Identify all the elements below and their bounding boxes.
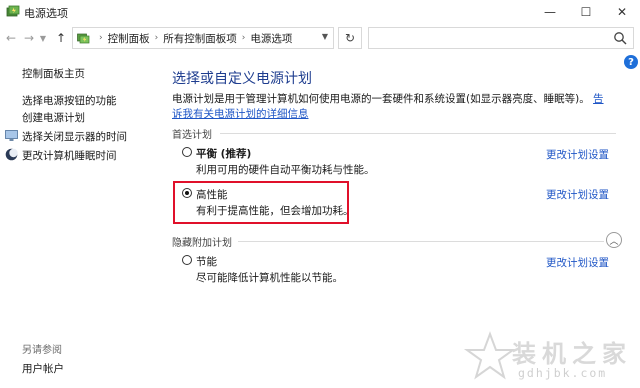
chevron-up-icon: ︿ <box>609 236 619 247</box>
hidden-plans-heading: 隐藏附加计划 <box>172 238 232 249</box>
help-button[interactable]: ? <box>624 55 638 69</box>
search-icon <box>614 32 627 45</box>
chevron-down-icon: ▼ <box>39 33 47 43</box>
sidebar-item-user-accounts[interactable]: 用户帐户 <box>22 361 64 376</box>
maximize-icon: ☐ <box>580 5 592 19</box>
plan-radio[interactable] <box>182 255 192 265</box>
address-bar: ← → ▼ ↑ › 控制面板 › 所有控制面板项 › 电源选项 ▼ ↻ <box>0 24 640 52</box>
forward-button[interactable]: → <box>22 30 36 46</box>
breadcrumb[interactable]: › 控制面板 › 所有控制面板项 › 电源选项 ▼ <box>72 27 334 49</box>
sidebar-item-home[interactable]: 控制面板主页 <box>22 66 85 81</box>
monitor-icon <box>5 130 18 141</box>
change-plan-settings-link[interactable]: 更改计划设置 <box>546 255 609 270</box>
breadcrumb-separator-icon: › <box>241 33 246 43</box>
plan-description: 尽可能降低计算机性能以节能。 <box>196 272 343 284</box>
breadcrumb-separator-icon: › <box>99 33 103 43</box>
plan-name: 节能 <box>196 256 217 268</box>
sidebar-item-display-off[interactable]: 选择关闭显示器的时间 <box>22 129 127 144</box>
breadcrumb-all-items[interactable]: 所有控制面板项 <box>163 31 237 46</box>
plan-description: 有利于提高性能，但会增加功耗。 <box>196 205 354 217</box>
breadcrumb-separator-icon: › <box>154 33 159 43</box>
close-button[interactable]: ✕ <box>604 0 640 24</box>
change-plan-settings-link[interactable]: 更改计划设置 <box>546 147 609 162</box>
window-title: 电源选项 <box>24 7 68 20</box>
section-divider <box>220 133 616 134</box>
plan-name: 平衡 (推荐) <box>196 148 252 160</box>
search-input[interactable] <box>368 27 634 49</box>
page-description: 电源计划是用于管理计算机如何使用电源的一套硬件和系统设置(如显示器亮度、睡眠等)… <box>172 92 612 122</box>
minimize-icon: — <box>544 5 556 19</box>
sidebar-item-power-button[interactable]: 选择电源按钮的功能 <box>22 93 117 108</box>
star-logo-icon <box>463 331 517 380</box>
refresh-button[interactable]: ↻ <box>338 27 362 49</box>
preferred-plans-heading: 首选计划 <box>172 130 212 141</box>
arrow-left-icon: ← <box>5 31 17 45</box>
arrow-right-icon: → <box>23 31 35 45</box>
collapse-button[interactable]: ︿ <box>606 232 622 248</box>
up-button[interactable]: ↑ <box>54 30 68 46</box>
watermark: 装机之家 gdhjbk.com <box>462 328 640 388</box>
back-button[interactable]: ← <box>4 30 18 46</box>
recent-locations-button[interactable]: ▼ <box>38 30 48 46</box>
breadcrumb-control-panel[interactable]: 控制面板 <box>108 31 150 46</box>
section-divider <box>238 241 604 242</box>
address-dropdown-icon[interactable]: ▼ <box>322 32 328 41</box>
control-panel-icon <box>77 33 90 43</box>
breadcrumb-power-options[interactable]: 电源选项 <box>250 31 292 46</box>
sidebar-item-sleep[interactable]: 更改计算机睡眠时间 <box>22 148 117 163</box>
plan-name: 高性能 <box>196 189 228 201</box>
plan-description: 利用可用的硬件自动平衡功耗与性能。 <box>196 164 375 176</box>
close-icon: ✕ <box>616 5 628 19</box>
help-icon: ? <box>628 56 634 68</box>
refresh-icon: ↻ <box>344 31 356 45</box>
watermark-text: 装机之家 <box>512 339 632 368</box>
plan-radio[interactable] <box>182 188 192 198</box>
arrow-up-icon: ↑ <box>55 31 67 45</box>
description-text: 电源计划是用于管理计算机如何使用电源的一套硬件和系统设置(如显示器亮度、睡眠等)… <box>172 93 590 105</box>
watermark-url: gdhjbk.com <box>518 366 608 380</box>
page-title: 选择或自定义电源计划 <box>172 71 312 87</box>
moon-icon <box>5 148 18 161</box>
maximize-button[interactable]: ☐ <box>568 0 604 24</box>
title-bar: 电源选项 — ☐ ✕ <box>0 0 640 24</box>
change-plan-settings-link[interactable]: 更改计划设置 <box>546 187 609 202</box>
see-also-heading: 另请参阅 <box>22 345 62 356</box>
power-options-icon <box>6 5 20 17</box>
plan-radio[interactable] <box>182 147 192 157</box>
sidebar-item-create-plan[interactable]: 创建电源计划 <box>22 110 85 125</box>
minimize-button[interactable]: — <box>532 0 568 24</box>
